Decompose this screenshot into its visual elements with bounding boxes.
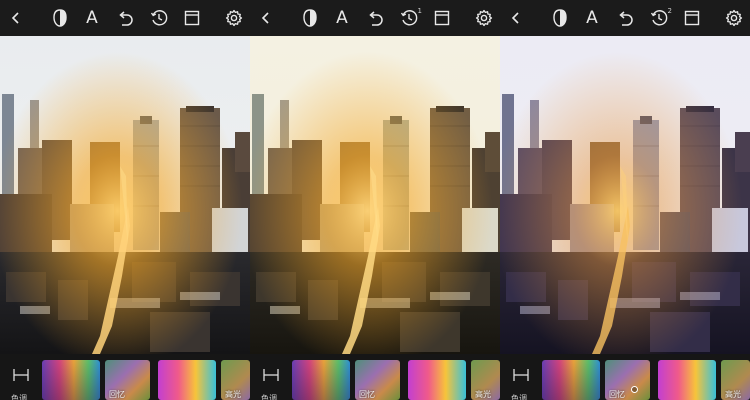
frame-button[interactable] [180,6,204,30]
chevron-left-icon [511,12,519,24]
filter-swatch[interactable] [408,360,466,400]
top-toolbar: A 1 [250,0,500,36]
filter-swatch[interactable]: 高光 [721,360,750,400]
chevron-left-icon [261,12,269,24]
undo-button[interactable] [363,6,387,30]
tone-tool-label: 色调 [511,394,527,400]
mask-button[interactable] [48,6,72,30]
gear-icon [475,9,493,27]
frame-button[interactable] [430,6,454,30]
text-tool-label: A [336,8,348,28]
back-button[interactable] [504,6,528,30]
text-tool-label: A [586,8,598,28]
undo-icon [619,11,633,26]
photo-preview[interactable] [250,36,500,354]
settings-button[interactable] [472,6,496,30]
text-tool-button[interactable]: A [580,6,604,30]
text-tool-label: A [86,8,98,28]
filter-bar: 色调 回忆 高光 [500,354,750,400]
chevron-left-icon [11,12,19,24]
filter-swatch[interactable] [658,360,716,400]
filter-swatch-label: 回忆 [109,390,125,399]
filter-swatch-selected[interactable]: 回忆 [605,360,650,400]
gear-icon [225,9,243,27]
filter-swatch-label: 高光 [475,390,491,399]
frame-icon [184,10,200,26]
half-mask-icon [53,9,67,27]
undo-button[interactable] [613,6,637,30]
half-mask-icon [553,9,567,27]
filter-swatch-label: 高光 [725,390,741,399]
top-toolbar: A [0,0,250,36]
frame-button[interactable] [680,6,704,30]
text-tool-button[interactable]: A [330,6,354,30]
adjust-range-icon [513,369,529,381]
top-toolbar: A 2 [500,0,750,36]
filter-swatch[interactable]: 回忆 [355,360,400,400]
history-count-badge: 2 [667,7,672,15]
filter-swatch[interactable] [42,360,100,400]
history-count-badge: 1 [417,7,422,15]
tone-tool-button[interactable]: 色调 [508,362,534,400]
mask-button[interactable] [548,6,572,30]
history-button[interactable]: 1 [397,6,422,30]
filter-swatch[interactable]: 高光 [471,360,500,400]
selected-filter-indicator [631,386,638,393]
gear-icon [725,9,743,27]
editor-panel-warm: A 1 色调 回忆 高光 [250,0,500,400]
back-button[interactable] [254,6,278,30]
history-button[interactable] [147,6,171,30]
photo-preview[interactable] [0,36,250,354]
city-skyline-photo [0,36,250,354]
tone-tool-button[interactable]: 色调 [8,362,34,400]
filter-swatch[interactable] [292,360,350,400]
city-skyline-photo [500,36,750,354]
filter-bar: 色调 回忆 高光 [250,354,500,400]
tone-tool-button[interactable]: 色调 [258,362,284,400]
back-button[interactable] [4,6,28,30]
undo-icon [369,11,383,26]
text-tool-button[interactable]: A [80,6,104,30]
adjust-range-icon [263,369,279,381]
filter-bar: 色调 回忆 高光 [0,354,250,400]
frame-icon [684,10,700,26]
history-icon [400,10,418,26]
mask-button[interactable] [298,6,322,30]
editor-comparison-strip: A 色调 回忆 高光 A 1 色调 回忆 高光 A 2 色调 回忆 高光 [0,0,750,400]
filter-swatch[interactable] [542,360,600,400]
half-mask-icon [303,9,317,27]
undo-icon [119,11,133,26]
settings-button[interactable] [722,6,746,30]
tone-tool-label: 色调 [261,394,277,400]
filter-swatch-label: 高光 [225,390,241,399]
filter-swatch[interactable] [158,360,216,400]
editor-panel-cool: A 2 色调 回忆 高光 [500,0,750,400]
editor-panel-original: A 色调 回忆 高光 [0,0,250,400]
history-icon [650,10,668,26]
filter-swatch[interactable]: 回忆 [105,360,150,400]
photo-preview[interactable] [500,36,750,354]
city-skyline-photo [250,36,500,354]
history-button[interactable]: 2 [647,6,672,30]
adjust-range-icon [13,369,29,381]
tone-tool-label: 色调 [11,394,27,400]
filter-swatch[interactable]: 高光 [221,360,250,400]
frame-icon [434,10,450,26]
undo-button[interactable] [113,6,137,30]
filter-swatch-label: 回忆 [609,390,625,399]
filter-swatch-label: 回忆 [359,390,375,399]
settings-button[interactable] [222,6,246,30]
history-icon [150,10,168,26]
